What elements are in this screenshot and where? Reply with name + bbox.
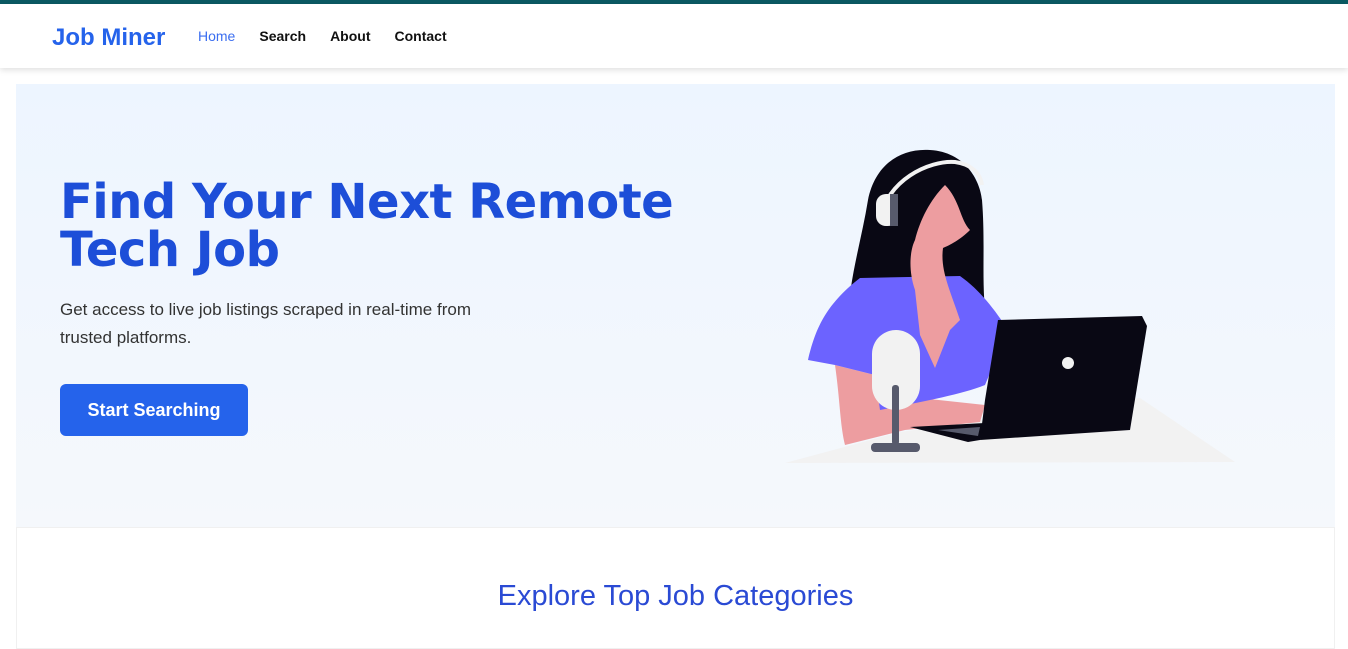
hero-title: Find Your Next Remote Tech Job [60, 174, 674, 278]
nav-link-contact[interactable]: Contact [395, 28, 447, 44]
job-categories-section: Explore Top Job Categories [16, 527, 1335, 649]
brand-logo[interactable]: Job Miner [52, 24, 165, 52]
start-searching-button[interactable]: Start Searching [60, 384, 248, 436]
hero-section: Find Your Next Remote Tech Job Get acces… [16, 84, 1335, 527]
hero-subtitle: Get access to live job listings scraped … [60, 300, 471, 347]
woman-with-headset-laptop-illustration-icon [785, 149, 1235, 463]
navbar: Job Miner Home Search About Contact [0, 4, 1348, 68]
categories-heading: Explore Top Job Categories [497, 580, 854, 612]
nav-link-search[interactable]: Search [259, 28, 306, 44]
nav-link-home[interactable]: Home [198, 28, 235, 44]
nav-link-about[interactable]: About [330, 28, 370, 44]
nav-links: Home Search About Contact [198, 28, 447, 44]
